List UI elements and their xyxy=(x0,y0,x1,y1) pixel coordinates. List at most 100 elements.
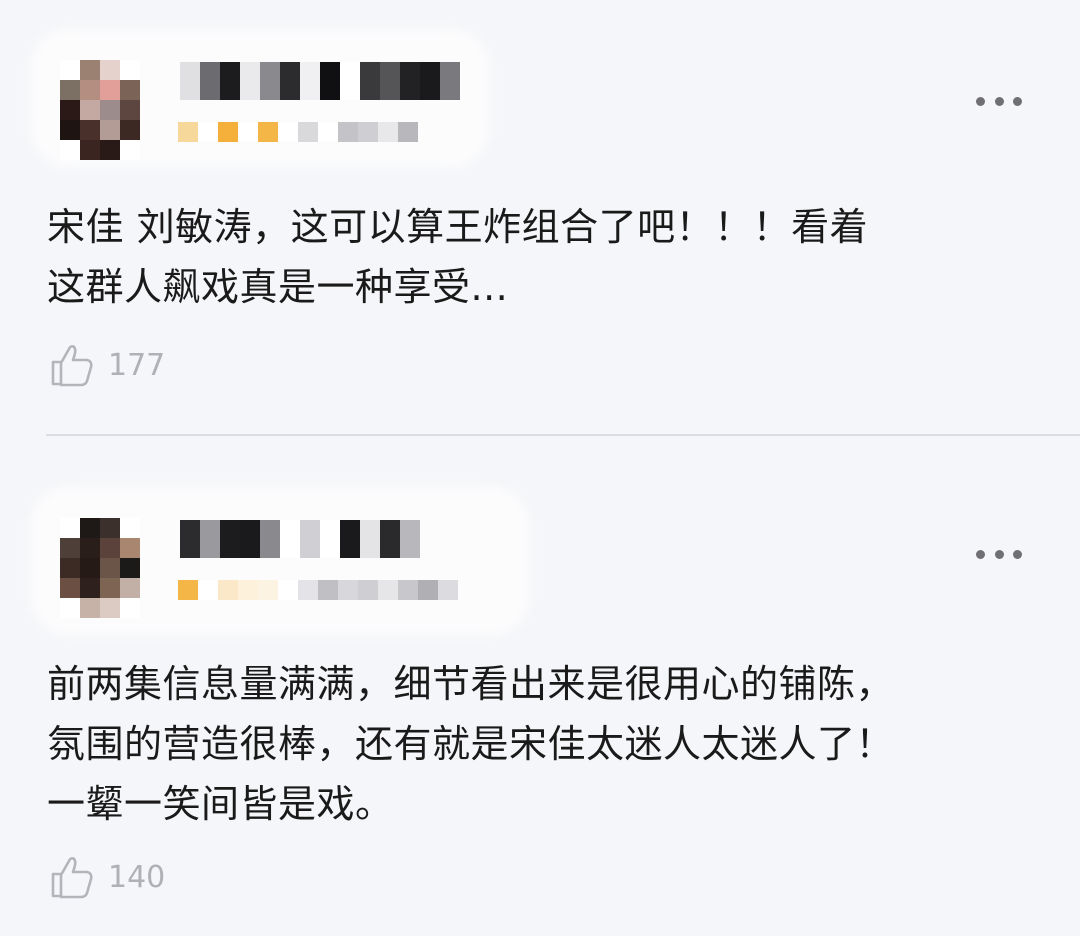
avatar-pixel xyxy=(60,558,80,578)
avatar[interactable] xyxy=(60,60,140,160)
avatar-pixel xyxy=(60,578,80,598)
avatar-pixel xyxy=(80,558,100,578)
level-pixel xyxy=(258,122,278,142)
avatar-pixel xyxy=(120,80,140,100)
avatar-pixel xyxy=(60,598,80,618)
dot-icon xyxy=(994,96,1004,106)
like-button[interactable]: 140 xyxy=(50,852,165,902)
avatar-pixel xyxy=(80,120,100,140)
level-pixel xyxy=(378,122,398,142)
divider xyxy=(46,434,1080,436)
dot-icon xyxy=(976,549,985,559)
like-count: 177 xyxy=(108,347,166,383)
username-pixel xyxy=(260,62,280,100)
username-pixel xyxy=(200,520,220,558)
avatar-pixel xyxy=(60,538,80,558)
level-pixel xyxy=(438,580,458,600)
level-pixel xyxy=(238,580,258,600)
like-button[interactable]: 177 xyxy=(50,340,165,390)
avatar-pixel xyxy=(120,60,140,80)
comment-text-line: 宋佳 刘敏涛，这可以算王炸组合了吧！！！看着 xyxy=(47,205,869,249)
comment-item: 宋佳 刘敏涛，这可以算王炸组合了吧！！！看着 这群人飙戏真是一种享受... 17… xyxy=(0,0,1080,436)
level-pixel xyxy=(358,122,378,142)
avatar-pixel xyxy=(80,598,100,618)
username-pixel xyxy=(240,520,260,558)
username-blurred[interactable] xyxy=(180,62,460,100)
level-pixel xyxy=(278,122,298,142)
like-count: 140 xyxy=(108,859,166,895)
avatar-pixel xyxy=(60,80,80,100)
comment-header xyxy=(0,0,1080,170)
comment-text-line: 前两集信息量满满，细节看出来是很用心的铺陈， xyxy=(47,662,895,706)
username-pixel xyxy=(240,62,260,100)
comment-item: 前两集信息量满满，细节看出来是很用心的铺陈， 氛围的营造很棒，还有就是宋佳太迷人… xyxy=(0,438,1080,936)
comment-header xyxy=(0,438,1080,636)
avatar-pixel xyxy=(60,518,80,538)
level-pixel xyxy=(318,122,338,142)
avatar-pixel xyxy=(80,578,100,598)
username-pixel xyxy=(320,62,340,100)
avatar-pixel xyxy=(120,518,140,538)
username-pixel xyxy=(380,62,400,100)
username-pixel xyxy=(200,62,220,100)
level-pixel xyxy=(378,580,398,600)
dot-icon xyxy=(1013,549,1022,559)
level-pixel xyxy=(278,580,298,600)
username-blurred[interactable] xyxy=(180,520,420,558)
avatar-pixel xyxy=(100,140,120,160)
user-level-blurred xyxy=(178,122,418,142)
user-level-blurred xyxy=(178,580,458,600)
username-pixel xyxy=(360,520,380,558)
avatar-pixel xyxy=(100,538,120,558)
username-pixel xyxy=(340,62,360,100)
avatar-pixel xyxy=(60,120,80,140)
username-pixel xyxy=(400,520,420,558)
username-pixel xyxy=(260,520,280,558)
level-pixel xyxy=(218,580,238,600)
comment-text: 前两集信息量满满，细节看出来是很用心的铺陈， 氛围的营造很棒，还有就是宋佳太迷人… xyxy=(47,654,1032,834)
username-pixel xyxy=(300,520,320,558)
avatar-pixel xyxy=(100,120,120,140)
username-pixel xyxy=(280,62,300,100)
level-pixel xyxy=(298,580,318,600)
username-pixel xyxy=(280,520,300,558)
avatar-pixel xyxy=(80,60,100,80)
username-pixel xyxy=(220,62,240,100)
avatar-pixel xyxy=(120,558,140,578)
level-pixel xyxy=(358,580,378,600)
avatar-pixel xyxy=(80,80,100,100)
avatar-pixel xyxy=(80,100,100,120)
more-options-button[interactable] xyxy=(976,93,1022,109)
more-options-button[interactable] xyxy=(976,546,1022,562)
level-pixel xyxy=(198,580,218,600)
comment-text-line: 氛围的营造很棒，还有就是宋佳太迷人太迷人了！ xyxy=(47,722,895,766)
level-pixel xyxy=(338,122,358,142)
dot-icon xyxy=(1013,96,1022,106)
dot-icon xyxy=(976,96,985,106)
username-pixel xyxy=(220,520,240,558)
level-pixel xyxy=(238,122,258,142)
username-pixel xyxy=(400,62,420,100)
avatar-pixel xyxy=(80,538,100,558)
username-pixel xyxy=(360,62,380,100)
level-pixel xyxy=(298,122,318,142)
comment-text: 宋佳 刘敏涛，这可以算王炸组合了吧！！！看着 这群人飙戏真是一种享受... xyxy=(47,197,1032,317)
level-pixel xyxy=(318,580,338,600)
username-pixel xyxy=(340,520,360,558)
level-pixel xyxy=(418,580,438,600)
level-pixel xyxy=(338,580,358,600)
avatar[interactable] xyxy=(60,518,140,618)
level-pixel xyxy=(218,122,238,142)
avatar-pixel xyxy=(60,140,80,160)
thumbs-up-icon xyxy=(51,857,93,899)
username-pixel xyxy=(320,520,340,558)
avatar-pixel xyxy=(120,120,140,140)
thumbs-up-icon xyxy=(51,345,93,387)
username-pixel xyxy=(440,62,460,100)
comment-text-line: 这群人飙戏真是一种享受... xyxy=(47,265,509,309)
avatar-pixel xyxy=(80,140,100,160)
avatar-pixel xyxy=(120,538,140,558)
username-pixel xyxy=(380,520,400,558)
avatar-pixel xyxy=(120,100,140,120)
avatar-pixel xyxy=(100,578,120,598)
